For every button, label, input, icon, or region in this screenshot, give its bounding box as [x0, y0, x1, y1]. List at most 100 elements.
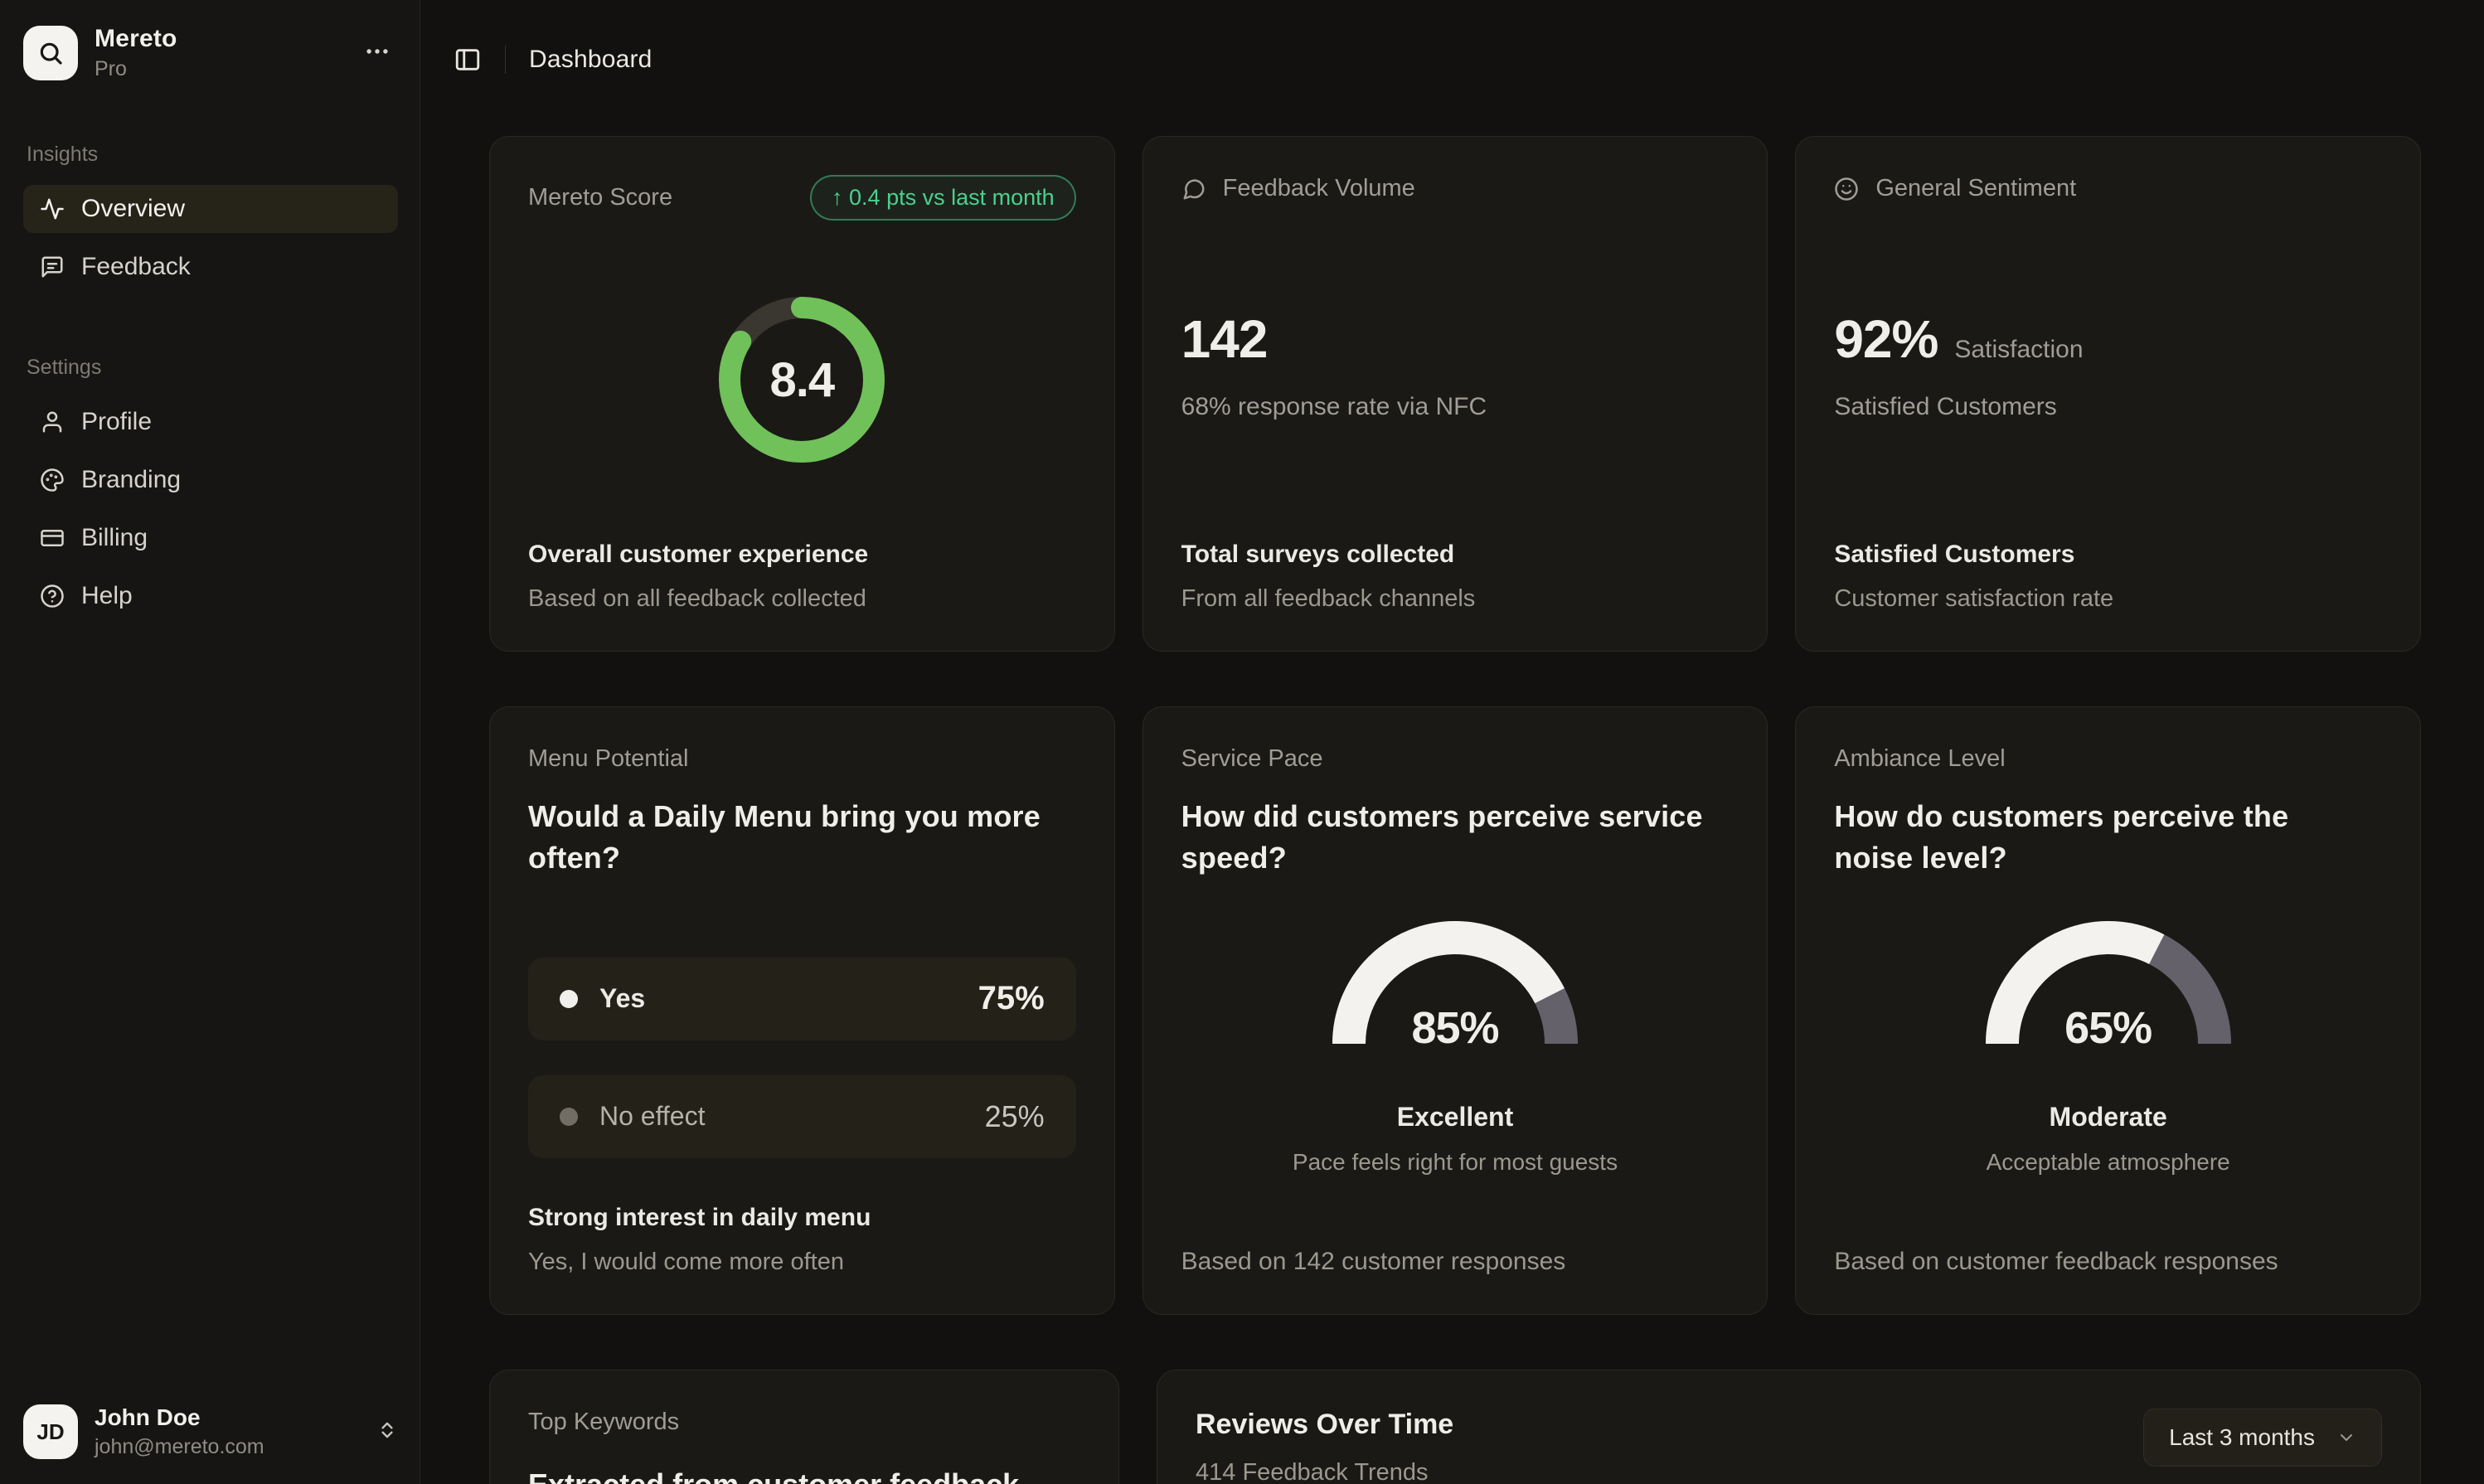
date-range-label: Last 3 months	[2169, 1424, 2315, 1451]
sidebar-item-feedback[interactable]: Feedback	[23, 243, 398, 291]
main-area: Dashboard Mereto Score ↑ 0.4 pts vs last…	[420, 0, 2484, 1484]
sidebar-item-help[interactable]: Help	[23, 572, 398, 620]
card-title: General Sentiment	[1875, 175, 2076, 202]
sentiment-value: 92%	[1834, 308, 1938, 370]
gauge-value: 65%	[1986, 1002, 2231, 1054]
reviews-head-text: Reviews Over Time 414 Feedback Trends	[1196, 1409, 1453, 1484]
sidebar-item-label: Branding	[81, 466, 181, 494]
sidebar-item-billing[interactable]: Billing	[23, 514, 398, 562]
gauge-rating-caption: Acceptable atmosphere	[1834, 1149, 2382, 1176]
page-title: Dashboard	[529, 46, 653, 74]
card-footnote: Based on 142 customer responses	[1181, 1248, 1730, 1276]
card-reviews-over-time: Reviews Over Time 414 Feedback Trends La…	[1157, 1370, 2421, 1484]
card-title: Mereto Score	[528, 184, 672, 211]
card-title: Service Pace	[1181, 745, 1730, 773]
card-title: Ambiance Level	[1834, 745, 2382, 773]
search-icon	[37, 40, 64, 66]
card-general-sentiment: General Sentiment 92% Satisfaction Satis…	[1795, 136, 2421, 652]
card-title: Menu Potential	[528, 745, 1076, 773]
score-donut-chart: 8.4	[719, 297, 885, 463]
topbar-divider	[505, 46, 506, 74]
card-title: Top Keywords	[528, 1409, 1080, 1436]
card-service-pace: Service Pace How did customers perceive …	[1143, 706, 1768, 1315]
brand-plan: Pro	[95, 57, 177, 81]
answer-row-yes: Yes 75%	[528, 958, 1076, 1040]
message-square-icon	[40, 255, 65, 279]
sidebar-item-branding[interactable]: Branding	[23, 456, 398, 504]
sentiment-caption: Satisfied Customers	[1834, 393, 2382, 421]
card-title: Feedback Volume	[1223, 175, 1415, 202]
smile-icon	[1834, 177, 1859, 201]
brand-logo	[23, 26, 78, 80]
service-pace-gauge: 85%	[1332, 921, 1578, 1054]
topbar: Dashboard	[420, 0, 2484, 81]
card-subheading: Based on all feedback collected	[528, 585, 1076, 613]
card-heading: Satisfied Customers	[1834, 541, 2382, 569]
sidebar: Mereto Pro Insights Overview Feedback Se…	[0, 0, 420, 1484]
answer-value: 75%	[978, 980, 1045, 1017]
score-value: 8.4	[719, 297, 885, 463]
help-circle-icon	[40, 584, 65, 609]
card-subheading: Customer satisfaction rate	[1834, 585, 2382, 613]
card-heading: Strong interest in daily menu	[528, 1204, 1076, 1232]
activity-icon	[40, 196, 65, 221]
answer-label: Yes	[599, 983, 645, 1014]
brand: Mereto Pro	[23, 25, 398, 81]
user-icon	[40, 410, 65, 434]
gauge-rating-caption: Pace feels right for most guests	[1181, 1149, 1730, 1176]
user-meta: John Doe john@mereto.com	[95, 1404, 264, 1459]
sidebar-item-label: Feedback	[81, 253, 191, 281]
date-range-dropdown[interactable]: Last 3 months	[2143, 1409, 2382, 1467]
chevrons-up-down-icon	[376, 1419, 398, 1445]
dashboard-content: Mereto Score ↑ 0.4 pts vs last month 8.4…	[420, 81, 2484, 1484]
gauge-value: 85%	[1332, 1002, 1578, 1054]
card-mereto-score: Mereto Score ↑ 0.4 pts vs last month 8.4…	[489, 136, 1115, 652]
card-menu-potential: Menu Potential Would a Daily Menu bring …	[489, 706, 1115, 1315]
survey-question: Would a Daily Menu bring you more often?	[528, 796, 1067, 880]
nav-insights: Overview Feedback	[23, 185, 398, 291]
volume-caption: 68% response rate via NFC	[1181, 393, 1730, 421]
chevron-down-icon	[2336, 1428, 2356, 1448]
card-subheading: Yes, I would come more often	[528, 1249, 1076, 1276]
brand-name: Mereto	[95, 25, 177, 53]
answer-dot	[560, 990, 578, 1008]
answer-value: 25%	[985, 1099, 1045, 1134]
sidebar-item-label: Help	[81, 582, 133, 610]
sentiment-value-label: Satisfaction	[1954, 336, 2083, 364]
card-ambiance-level: Ambiance Level How do customers perceive…	[1795, 706, 2421, 1315]
survey-question: How did customers perceive service speed…	[1181, 796, 1720, 880]
credit-card-icon	[40, 526, 65, 550]
section-label-settings: Settings	[27, 356, 398, 380]
sidebar-item-label: Billing	[81, 524, 148, 552]
sidebar-item-label: Profile	[81, 408, 152, 436]
card-subheading: From all feedback channels	[1181, 585, 1730, 613]
sidebar-item-profile[interactable]: Profile	[23, 398, 398, 446]
sidebar-toggle-button[interactable]	[454, 46, 482, 74]
avatar: JD	[23, 1404, 78, 1459]
ambiance-gauge: 65%	[1986, 921, 2231, 1054]
ellipsis-icon	[363, 37, 391, 65]
card-feedback-volume: Feedback Volume 142 68% response rate vi…	[1143, 136, 1768, 652]
nav-settings: Profile Branding Billing Help	[23, 398, 398, 620]
user-switcher[interactable]: JD John Doe john@mereto.com	[23, 1404, 398, 1459]
volume-value: 142	[1181, 308, 1268, 370]
card-heading: Overall customer experience	[528, 541, 1076, 569]
more-options-button[interactable]	[357, 31, 398, 76]
trend-badge: ↑ 0.4 pts vs last month	[810, 175, 1076, 221]
brand-text: Mereto Pro	[95, 25, 177, 81]
message-circle-icon	[1181, 177, 1206, 201]
card-footnote: Based on customer feedback responses	[1834, 1248, 2382, 1276]
user-name: John Doe	[95, 1404, 264, 1431]
card-heading: Extracted from customer feedback	[528, 1467, 1080, 1484]
sidebar-item-overview[interactable]: Overview	[23, 185, 398, 233]
card-top-keywords: Top Keywords Extracted from customer fee…	[489, 1370, 1119, 1484]
section-label-insights: Insights	[27, 143, 398, 167]
panel-left-icon	[454, 46, 482, 74]
card-heading: Total surveys collected	[1181, 541, 1730, 569]
card-subtitle: 414 Feedback Trends	[1196, 1459, 1453, 1484]
gauge-rating: Moderate	[1834, 1102, 2382, 1132]
palette-icon	[40, 468, 65, 492]
answer-dot	[560, 1108, 578, 1126]
survey-question: How do customers perceive the noise leve…	[1834, 796, 2373, 880]
answer-label: No effect	[599, 1101, 705, 1132]
